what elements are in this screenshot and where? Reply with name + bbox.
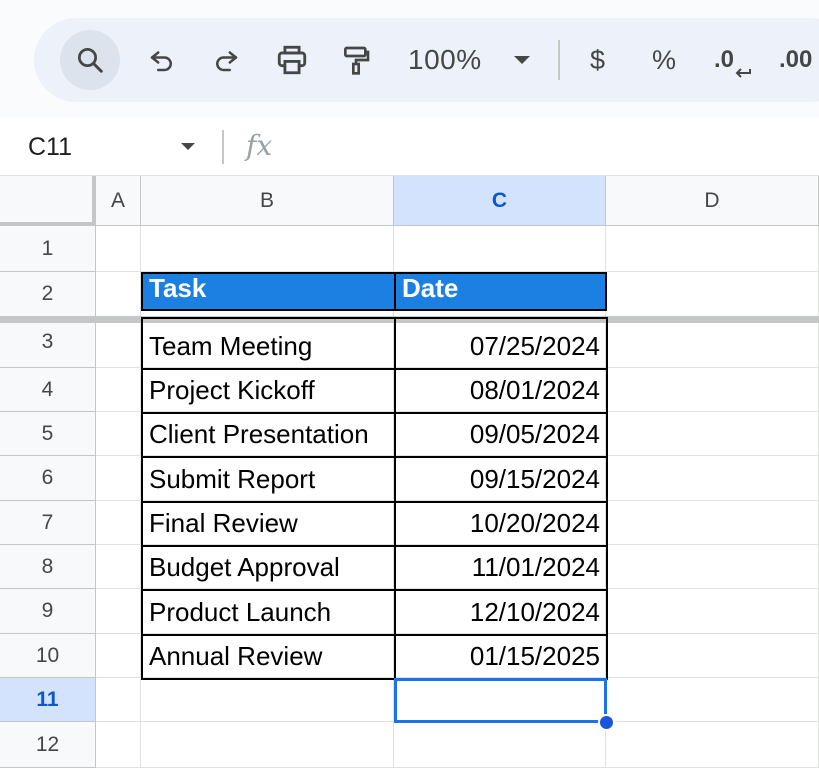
cell-a12[interactable] — [96, 722, 141, 768]
fill-handle[interactable] — [598, 714, 615, 731]
format-currency-button[interactable]: $ — [590, 40, 605, 80]
active-cell-selection[interactable] — [394, 678, 607, 723]
cell-border — [394, 634, 608, 680]
undo-icon — [150, 51, 172, 72]
search-menus-button[interactable] — [60, 30, 120, 90]
row-header-12[interactable]: 12 — [0, 722, 96, 768]
row-header-3[interactable]: 3 — [0, 317, 96, 368]
cell-a10[interactable] — [96, 634, 141, 678]
cell-border — [394, 501, 608, 547]
cell-border — [141, 456, 396, 503]
increase-decimal-button[interactable]: .00 — [779, 40, 812, 80]
cell-a4[interactable] — [96, 368, 141, 412]
format-percent-button[interactable]: % — [652, 40, 676, 80]
row-header-8[interactable]: 8 — [0, 545, 96, 589]
cell-b1[interactable] — [141, 226, 394, 272]
row-header-5[interactable]: 5 — [0, 412, 96, 456]
formula-bar: C11 fx — [0, 118, 819, 176]
row-header-9[interactable]: 9 — [0, 589, 96, 634]
cell-border — [141, 545, 396, 591]
cell-b11[interactable] — [141, 678, 394, 722]
row-header-11[interactable]: 11 — [0, 678, 96, 722]
print-button[interactable] — [268, 40, 316, 80]
function-icon: fx — [246, 129, 273, 162]
redo-button[interactable] — [202, 40, 250, 80]
cell-border — [141, 317, 396, 370]
cell-a3[interactable] — [96, 317, 141, 368]
cell-a11[interactable] — [96, 678, 141, 722]
cell-border — [141, 368, 396, 414]
row-header-1[interactable]: 1 — [0, 226, 96, 272]
zoom-select[interactable]: 100% — [408, 40, 482, 80]
cell-d3[interactable] — [606, 317, 819, 368]
cell-a6[interactable] — [96, 456, 141, 501]
cell-border — [394, 589, 608, 636]
cell-border — [394, 545, 608, 591]
cell-d5[interactable] — [606, 412, 819, 456]
cell-d12[interactable] — [606, 722, 819, 768]
cell-d2[interactable] — [606, 272, 819, 317]
cell-d6[interactable] — [606, 456, 819, 501]
select-all-corner[interactable] — [0, 176, 96, 226]
paint-format-button[interactable] — [332, 40, 380, 80]
cell-a5[interactable] — [96, 412, 141, 456]
cell-a1[interactable] — [96, 226, 141, 272]
cell-border — [394, 456, 608, 503]
redo-icon — [216, 51, 238, 72]
decrease-decimal-button[interactable]: .0 — [714, 40, 751, 80]
cell-border — [141, 501, 396, 547]
row-header-10[interactable]: 10 — [0, 634, 96, 678]
cell-border — [141, 589, 396, 636]
cell-d7[interactable] — [606, 501, 819, 545]
row-header-7[interactable]: 7 — [0, 501, 96, 545]
toolbar-area: 100% $ % .0 .00 — [0, 0, 819, 118]
table-header-divider — [394, 272, 396, 311]
cell-border — [394, 368, 608, 414]
spreadsheet-grid: ABCD 1 2 3 4 5 6 7 8 9 10 11 12 Task Date Team Meetin… — [0, 176, 819, 768]
cell-border — [141, 412, 396, 458]
row-header-6[interactable]: 6 — [0, 456, 96, 501]
column-header-c[interactable]: C — [394, 176, 606, 226]
row-header-2[interactable]: 2 — [0, 272, 96, 317]
cell-d9[interactable] — [606, 589, 819, 634]
cell-d11[interactable] — [606, 678, 819, 722]
cell-a8[interactable] — [96, 545, 141, 589]
cell-b12[interactable] — [141, 722, 394, 768]
name-box[interactable]: C11 — [28, 128, 72, 166]
column-header-a[interactable]: A — [96, 176, 141, 226]
cell-a7[interactable] — [96, 501, 141, 545]
cell-c12[interactable] — [394, 722, 606, 768]
zoom-dropdown[interactable] — [512, 40, 536, 80]
cell-d10[interactable] — [606, 634, 819, 678]
cell-c1[interactable] — [394, 226, 606, 272]
cell-d4[interactable] — [606, 368, 819, 412]
paint-format-icon — [344, 46, 370, 75]
cell-border — [141, 634, 396, 680]
chevron-down-icon — [514, 56, 530, 64]
toolbar-divider — [558, 40, 560, 80]
increase-decimal-label: .00 — [779, 46, 813, 73]
cell-a9[interactable] — [96, 589, 141, 634]
undo-button[interactable] — [138, 40, 186, 80]
arrow-left-icon — [735, 68, 751, 78]
cell-border — [394, 412, 608, 458]
cell-a2[interactable] — [96, 272, 141, 317]
search-icon — [78, 48, 103, 73]
column-header-b[interactable]: B — [141, 176, 394, 226]
chevron-down-icon[interactable] — [178, 136, 198, 156]
column-header-d[interactable]: D — [606, 176, 819, 226]
formula-bar-divider — [222, 130, 224, 164]
row-header-4[interactable]: 4 — [0, 368, 96, 412]
table-header-border — [141, 272, 607, 311]
decrease-decimal-label: .0 — [714, 46, 735, 73]
cell-border — [394, 317, 608, 370]
print-icon — [277, 45, 307, 75]
cell-d1[interactable] — [606, 226, 819, 272]
toolbar: 100% $ % .0 .00 — [34, 18, 819, 102]
cell-d8[interactable] — [606, 545, 819, 589]
